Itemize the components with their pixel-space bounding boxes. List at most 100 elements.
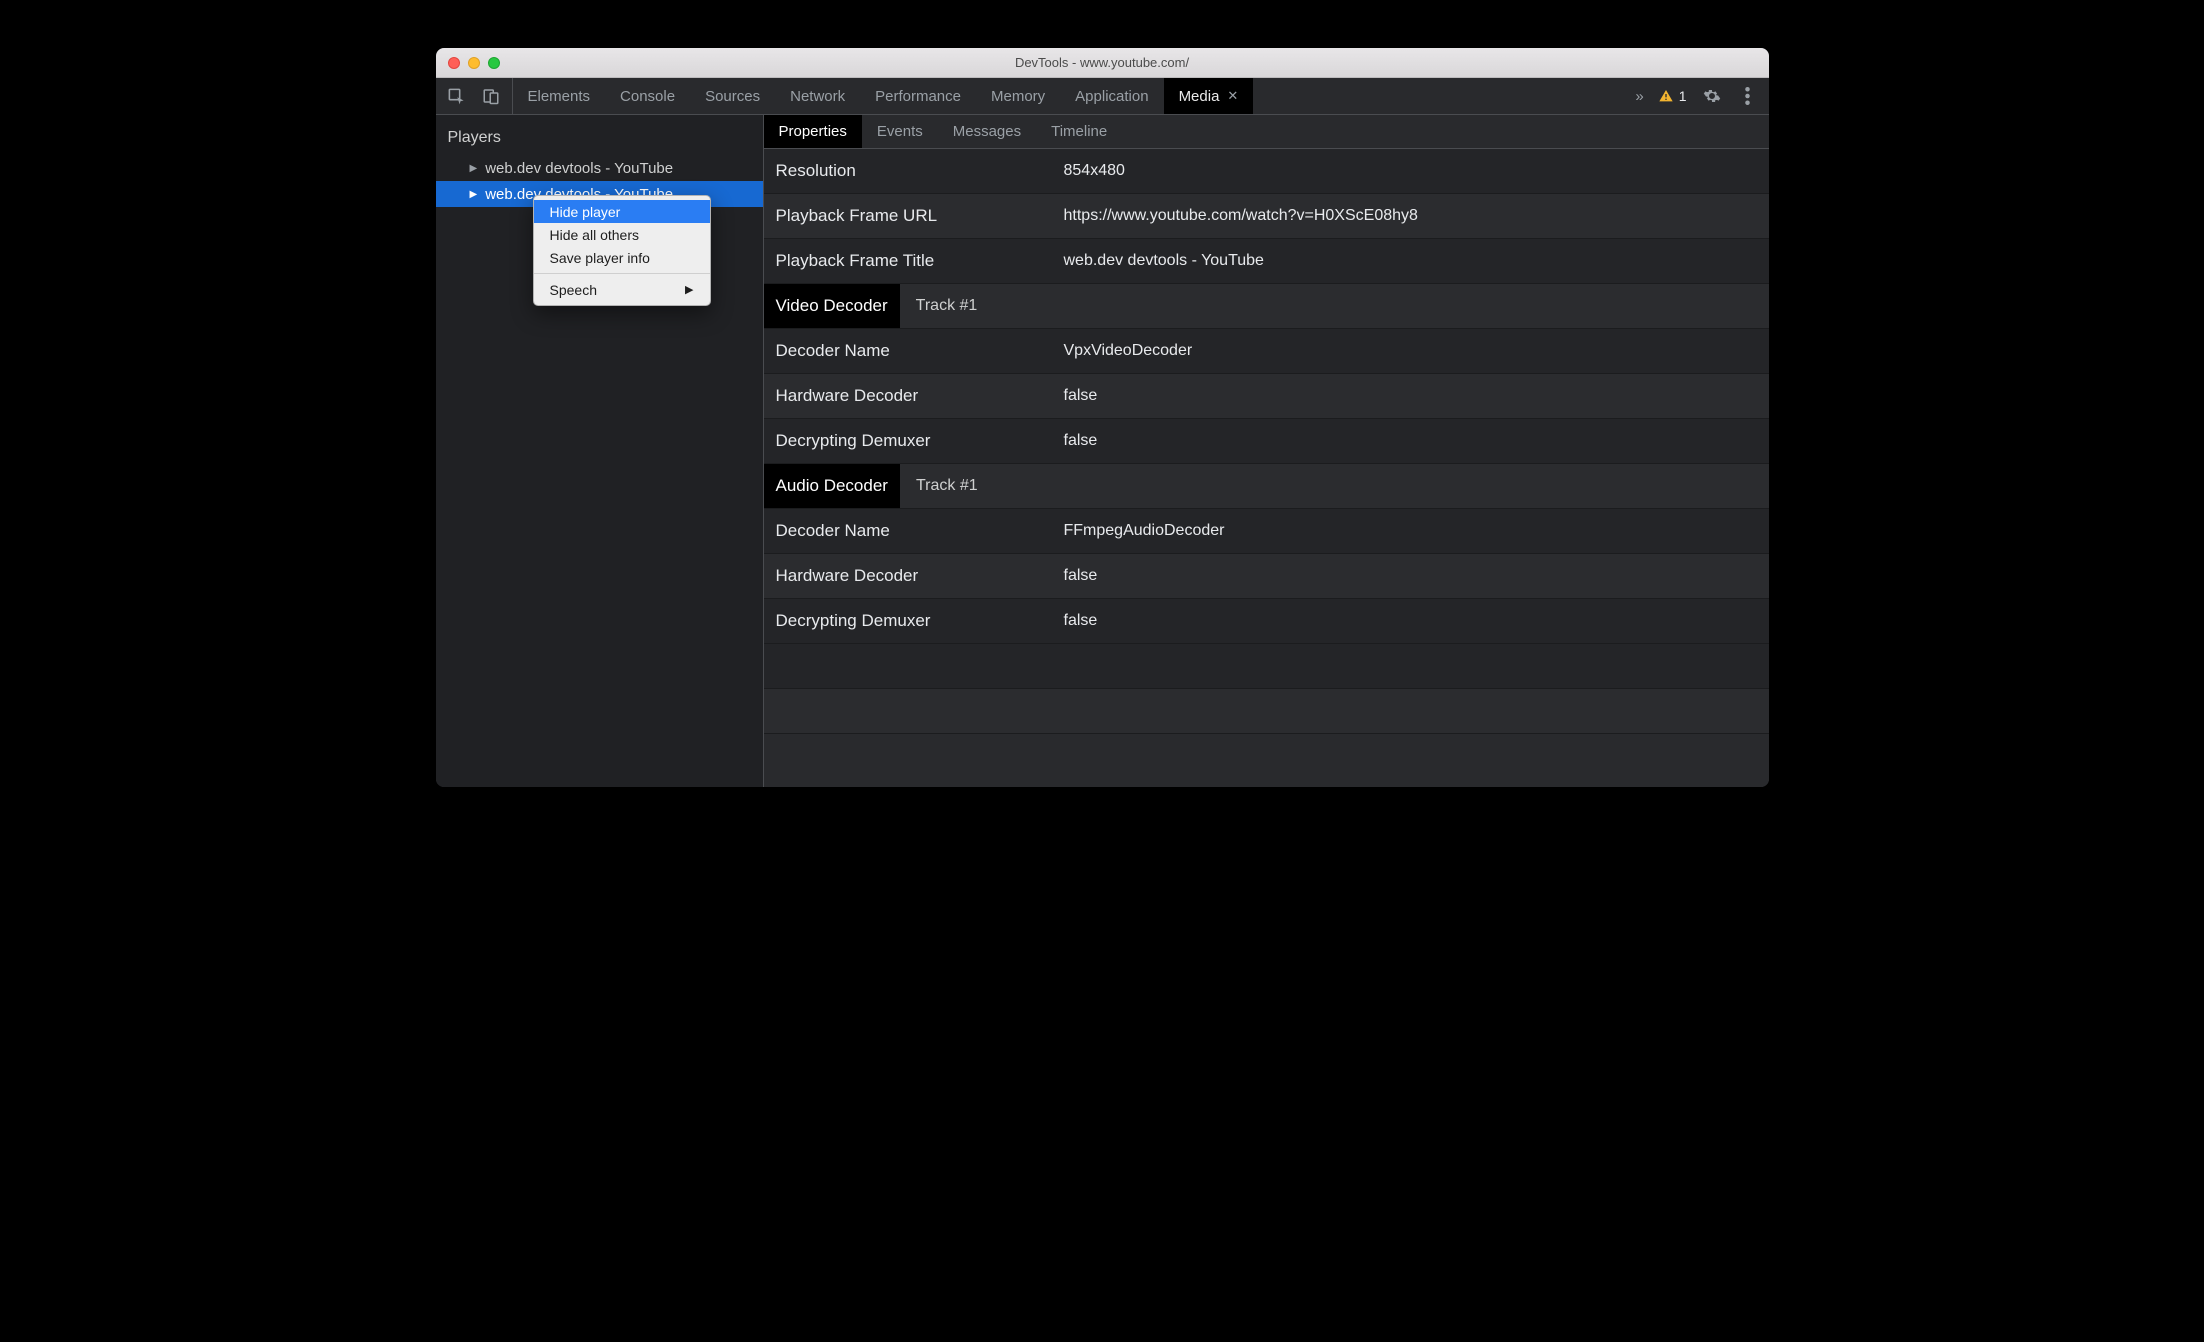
kebab-menu-icon[interactable] [1737, 85, 1759, 107]
section-title: Video Decoder [764, 284, 900, 328]
more-tabs-icon[interactable]: » [1635, 88, 1643, 105]
property-value: false [1064, 612, 1769, 630]
inspect-element-icon[interactable] [446, 85, 468, 107]
empty-row [764, 689, 1769, 734]
property-key: Playback Frame URL [764, 206, 1064, 226]
player-item[interactable]: ▶ web.dev devtools - YouTube [436, 155, 763, 181]
property-row: Decoder Name FFmpegAudioDecoder [764, 509, 1769, 554]
window-close-button[interactable] [448, 57, 460, 69]
property-value: FFmpegAudioDecoder [1064, 522, 1769, 540]
context-menu-label: Hide player [550, 204, 621, 220]
property-value: web.dev devtools - YouTube [1064, 252, 1769, 270]
tab-label: Media [1179, 88, 1220, 105]
property-key: Decrypting Demuxer [764, 431, 1064, 451]
context-menu-speech[interactable]: Speech ▶ [534, 278, 710, 301]
subtab-label: Events [877, 123, 923, 140]
tab-memory[interactable]: Memory [976, 78, 1060, 114]
property-row: Playback Frame URL https://www.youtube.c… [764, 194, 1769, 239]
issues-badge[interactable]: 1 [1658, 88, 1687, 104]
settings-icon[interactable] [1701, 85, 1723, 107]
tab-media[interactable]: Media ✕ [1164, 78, 1254, 114]
subtab-label: Properties [779, 123, 847, 140]
subtab-label: Messages [953, 123, 1021, 140]
property-value: VpxVideoDecoder [1064, 342, 1769, 360]
section-track: Track #1 [900, 464, 978, 508]
device-toolbar-icon[interactable] [480, 85, 502, 107]
toolbar-right-group: » 1 [1625, 78, 1768, 114]
window-titlebar: DevTools - www.youtube.com/ [436, 48, 1769, 78]
property-value: false [1064, 567, 1769, 585]
property-key: Playback Frame Title [764, 251, 1064, 271]
subtab-properties[interactable]: Properties [764, 115, 862, 148]
context-menu-label: Save player info [550, 250, 650, 266]
tab-sources[interactable]: Sources [690, 78, 775, 114]
window-zoom-button[interactable] [488, 57, 500, 69]
property-key: Hardware Decoder [764, 566, 1064, 586]
devtools-window: DevTools - www.youtube.com/ Elements Con… [436, 48, 1769, 787]
property-row: Decrypting Demuxer false [764, 599, 1769, 644]
media-subtabs: Properties Events Messages Timeline [764, 115, 1769, 149]
window-minimize-button[interactable] [468, 57, 480, 69]
property-key: Resolution [764, 161, 1064, 181]
property-value: 854x480 [1064, 162, 1769, 180]
property-row: Hardware Decoder false [764, 374, 1769, 419]
tab-console[interactable]: Console [605, 78, 690, 114]
properties-panel: Properties Events Messages Timeline Reso… [764, 115, 1769, 787]
tab-elements[interactable]: Elements [513, 78, 606, 114]
empty-row [764, 644, 1769, 689]
property-value: false [1064, 387, 1769, 405]
play-icon: ▶ [470, 163, 478, 174]
warning-icon [1658, 88, 1674, 104]
close-icon[interactable]: ✕ [1227, 88, 1238, 104]
context-menu: Hide player Hide all others Save player … [533, 195, 711, 306]
property-key: Decoder Name [764, 521, 1064, 541]
context-menu-hide-all-others[interactable]: Hide all others [534, 223, 710, 246]
section-title: Audio Decoder [764, 464, 900, 508]
property-key: Decoder Name [764, 341, 1064, 361]
subtab-timeline[interactable]: Timeline [1036, 115, 1122, 148]
property-row: Resolution 854x480 [764, 149, 1769, 194]
properties-list: Resolution 854x480 Playback Frame URL ht… [764, 149, 1769, 734]
sidebar-header: Players [436, 115, 763, 155]
chevron-right-icon: ▶ [685, 283, 693, 296]
traffic-lights [448, 57, 500, 69]
player-item-label: web.dev devtools - YouTube [485, 160, 673, 177]
tab-label: Memory [991, 88, 1045, 105]
panel-body: Players ▶ web.dev devtools - YouTube ▶ w… [436, 115, 1769, 787]
section-track: Track #1 [900, 284, 978, 328]
tab-application[interactable]: Application [1060, 78, 1163, 114]
tab-label: Console [620, 88, 675, 105]
issues-count: 1 [1679, 88, 1687, 104]
subtab-label: Timeline [1051, 123, 1107, 140]
context-menu-label: Hide all others [550, 227, 640, 243]
property-row: Playback Frame Title web.dev devtools - … [764, 239, 1769, 284]
property-row: Decoder Name VpxVideoDecoder [764, 329, 1769, 374]
property-value: false [1064, 432, 1769, 450]
tab-label: Elements [528, 88, 591, 105]
tab-label: Sources [705, 88, 760, 105]
tab-network[interactable]: Network [775, 78, 860, 114]
toolbar-left-group [436, 78, 513, 114]
property-row: Decrypting Demuxer false [764, 419, 1769, 464]
devtools-toolbar: Elements Console Sources Network Perform… [436, 78, 1769, 115]
tab-label: Performance [875, 88, 961, 105]
play-icon: ▶ [470, 189, 478, 200]
section-audio-decoder: Audio Decoder Track #1 [764, 464, 1769, 509]
subtab-messages[interactable]: Messages [938, 115, 1036, 148]
tab-performance[interactable]: Performance [860, 78, 976, 114]
panel-tabs: Elements Console Sources Network Perform… [513, 78, 1254, 114]
tab-label: Application [1075, 88, 1148, 105]
tab-label: Network [790, 88, 845, 105]
window-title: DevTools - www.youtube.com/ [436, 55, 1769, 70]
section-video-decoder: Video Decoder Track #1 [764, 284, 1769, 329]
property-key: Hardware Decoder [764, 386, 1064, 406]
context-menu-save-player-info[interactable]: Save player info [534, 246, 710, 269]
property-value: https://www.youtube.com/watch?v=H0XScE08… [1064, 207, 1769, 225]
subtab-events[interactable]: Events [862, 115, 938, 148]
context-menu-hide-player[interactable]: Hide player [534, 200, 710, 223]
context-menu-separator [534, 273, 710, 274]
context-menu-label: Speech [550, 282, 597, 298]
property-row: Hardware Decoder false [764, 554, 1769, 599]
players-sidebar: Players ▶ web.dev devtools - YouTube ▶ w… [436, 115, 764, 787]
property-key: Decrypting Demuxer [764, 611, 1064, 631]
